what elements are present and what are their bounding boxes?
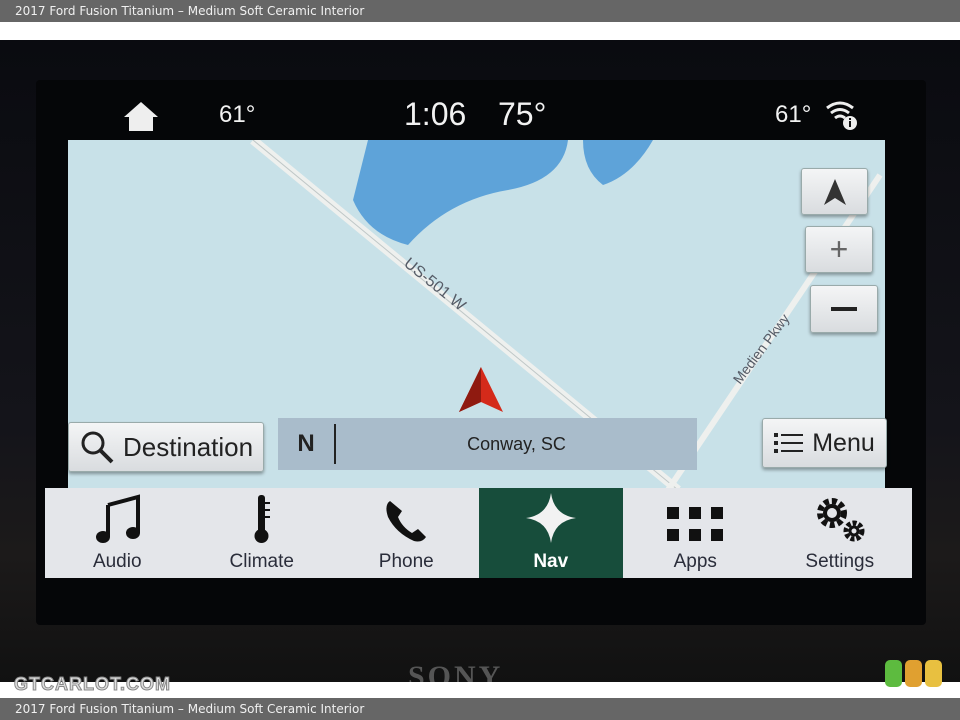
north-up-button[interactable] — [801, 168, 868, 215]
road-label-us501: US-501 W — [400, 255, 469, 315]
road-label-medien: Medien Pkwy — [730, 311, 793, 387]
tab-phone[interactable]: Phone — [334, 488, 479, 578]
thermometer-icon — [254, 495, 270, 543]
compass-star-icon — [525, 493, 576, 543]
water-body-2 — [583, 140, 653, 185]
tab-label: Climate — [229, 551, 294, 572]
bottom-caption: 2017 Ford Fusion Titanium – Medium Soft … — [0, 698, 960, 720]
destination-label: Destination — [123, 431, 254, 462]
heading-indicator: N — [278, 424, 336, 464]
wifi-info-icon[interactable] — [824, 98, 860, 132]
tab-label: Apps — [673, 551, 717, 572]
menu-button[interactable]: Menu — [762, 418, 887, 468]
feature-bar: Audio Climate Phone Nav Apps Settings — [45, 488, 912, 578]
tab-label: Nav — [533, 551, 569, 572]
clock: 1:06 — [404, 96, 467, 132]
tab-audio[interactable]: Audio — [45, 488, 190, 578]
list-icon — [774, 433, 804, 453]
outside-temp-right: 61° — [775, 101, 812, 128]
sony-logo: SONY — [408, 660, 504, 682]
watermark-logo — [885, 660, 942, 687]
minus-icon — [831, 307, 857, 311]
top-caption: 2017 Ford Fusion Titanium – Medium Soft … — [0, 0, 960, 22]
compass-arrow-icon — [823, 178, 846, 205]
outside-temp-left: 61° — [219, 101, 256, 128]
tab-nav[interactable]: Nav — [478, 488, 623, 578]
grid-icon — [667, 507, 724, 541]
tab-settings[interactable]: Settings — [768, 488, 913, 578]
tab-label: Phone — [378, 551, 434, 572]
water-body — [353, 140, 568, 245]
tab-apps[interactable]: Apps — [623, 488, 768, 578]
search-icon — [81, 431, 114, 464]
current-location: Conway, SC — [467, 433, 566, 454]
plus-icon: + — [829, 231, 849, 267]
tab-climate[interactable]: Climate — [190, 488, 335, 578]
gears-icon — [816, 498, 865, 542]
menu-label: Menu — [812, 428, 875, 457]
home-icon[interactable] — [122, 100, 160, 132]
center-temp: 75° — [498, 96, 547, 132]
zoom-out-button[interactable] — [810, 285, 878, 333]
location-bar: N Conway, SC — [278, 418, 697, 470]
tab-label: Audio — [92, 551, 142, 572]
zoom-in-button[interactable]: + — [805, 226, 873, 273]
music-note-icon — [96, 494, 141, 543]
tab-label: Settings — [805, 551, 875, 572]
phone-icon — [386, 501, 427, 542]
watermark: GTCARLOT.COM — [14, 674, 171, 695]
destination-button[interactable]: Destination — [68, 422, 264, 472]
